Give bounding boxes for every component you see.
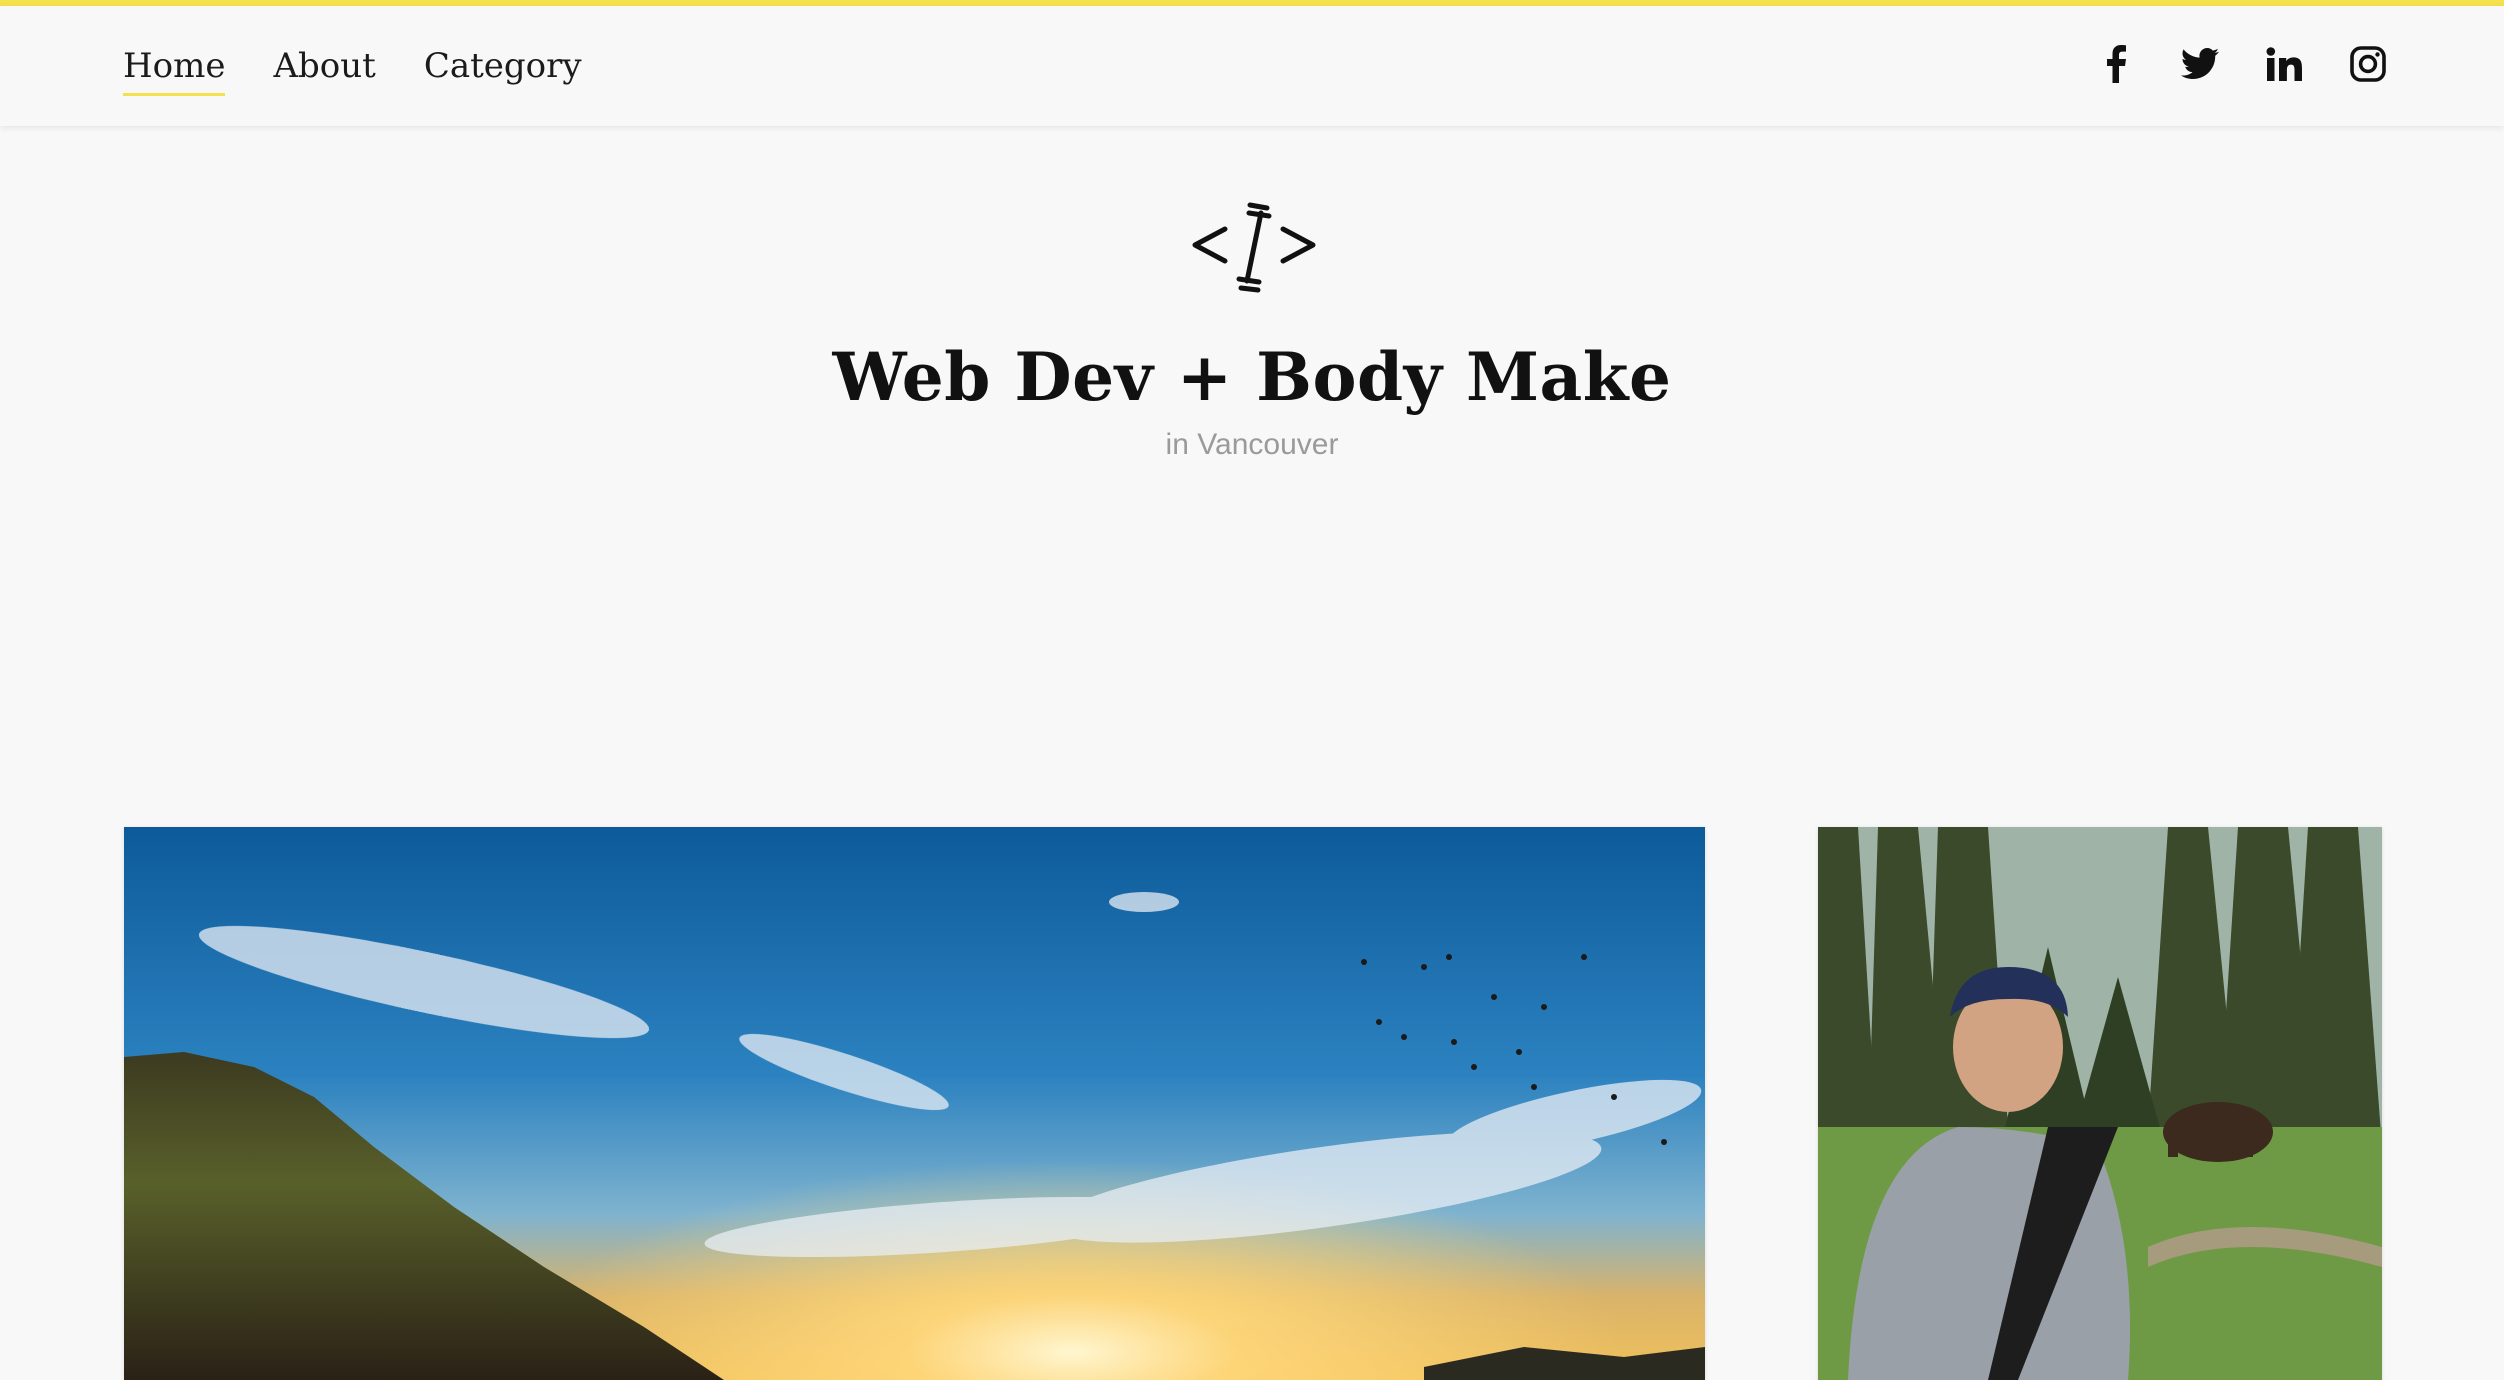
author-portrait-photo	[1818, 827, 2382, 1380]
nav-link-home[interactable]: Home	[123, 42, 226, 96]
social-links	[2096, 44, 2388, 84]
facebook-icon[interactable]	[2096, 44, 2136, 84]
twitter-icon[interactable]	[2180, 44, 2220, 84]
main-nav: Home About Category	[123, 42, 582, 96]
about-author-card[interactable]	[1818, 827, 2382, 1380]
linkedin-icon[interactable]	[2264, 44, 2304, 84]
code-logo-icon	[1187, 195, 1321, 299]
nav-link-category[interactable]: Category	[424, 42, 582, 90]
site-title: Web Dev + Body Make	[832, 338, 1672, 416]
sunset-landscape-photo	[124, 827, 1705, 1380]
featured-post-card[interactable]	[124, 827, 1705, 1380]
top-navbar: Home About Category	[0, 6, 2504, 126]
site-subtitle: in Vancouver	[1165, 428, 1339, 461]
nav-link-about[interactable]: About	[273, 42, 375, 90]
instagram-icon[interactable]	[2348, 44, 2388, 84]
